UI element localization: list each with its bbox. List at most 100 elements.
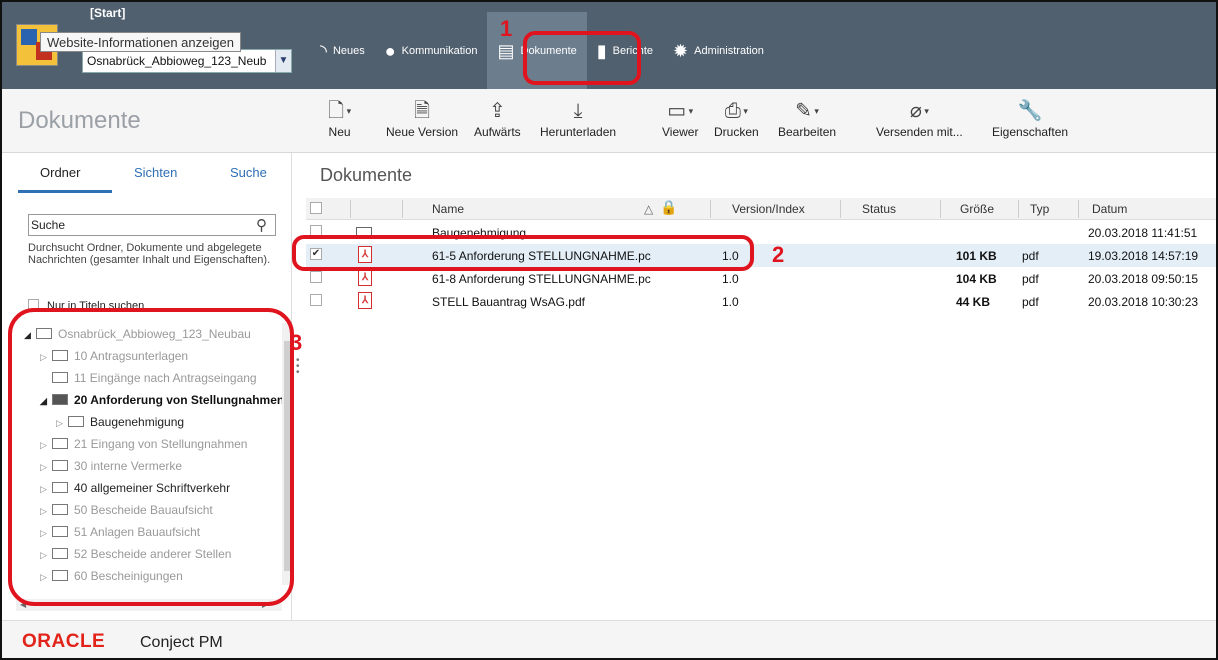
column-header-type[interactable]: Typ — [1030, 202, 1049, 216]
row-checkbox[interactable]: ✔ — [310, 248, 322, 260]
tree-item[interactable]: 11 Eingänge nach Antragseingang — [40, 367, 257, 389]
expand-icon[interactable]: ▷ — [40, 346, 52, 368]
table-row[interactable]: ✔ ⅄ 61-5 Anforderung STELLUNGNAHME.pc 1.0 10… — [306, 244, 1216, 267]
wrench-icon: 🔧 — [1017, 100, 1043, 122]
collapse-icon[interactable]: ◢ — [24, 324, 36, 346]
chevron-down-icon[interactable]: ▼ — [275, 50, 291, 72]
tool-new-version-button[interactable]: 🗎 Neue Version — [386, 97, 458, 139]
tree-item[interactable]: ▷ 60 Bescheinigungen — [40, 565, 183, 587]
tree-horizontal-scrollbar[interactable]: ◀ ▶ — [16, 599, 282, 611]
search-input[interactable]: Suche — [28, 214, 276, 236]
search-icon[interactable]: ⚲ — [256, 216, 267, 234]
tree-item-label: 21 Eingang von Stellungnahmen — [74, 437, 248, 451]
tree-item-label: 20 Anforderung von Stellungnahmen — [74, 393, 285, 407]
tree-item-label: 60 Bescheinigungen — [74, 569, 183, 583]
tool-printer-button[interactable]: ⎙ ▾ Drucken — [714, 97, 759, 139]
tool-label: Herunterladen — [540, 125, 617, 139]
tool-folder-up-button[interactable]: ⇪ Aufwärts — [474, 97, 521, 139]
expand-icon[interactable]: ▷ — [40, 500, 52, 522]
document-list-panel: Dokumente Name △ 🔒 Version/Index Status … — [306, 153, 1216, 620]
expand-icon[interactable]: ▷ — [40, 544, 52, 566]
cell-name[interactable]: 61-8 Anforderung STELLUNGNAHME.pc — [432, 272, 682, 286]
column-header-size[interactable]: Größe — [960, 202, 994, 216]
expand-icon[interactable]: ▷ — [40, 566, 52, 588]
tab-sichten[interactable]: Sichten — [134, 165, 177, 180]
project-select[interactable]: Osnabrück_Abbioweg_123_Neub ▼ — [82, 49, 292, 73]
column-header-version[interactable]: Version/Index — [732, 202, 805, 216]
tree-item-label: Baugenehmigung — [90, 415, 185, 429]
tree-item-label: 50 Bescheide Bauaufsicht — [74, 503, 213, 517]
tool-download-button[interactable]: ⤓ Herunterladen — [540, 97, 616, 139]
title-only-checkbox[interactable] — [28, 299, 39, 310]
cell-name[interactable]: 61-5 Anforderung STELLUNGNAHME.pc — [432, 249, 682, 263]
tree-item[interactable]: ◢ Osnabrück_Abbioweg_123_Neubau — [24, 323, 251, 345]
tree-item-label: 52 Bescheide anderer Stellen — [74, 547, 232, 561]
tree-item[interactable]: ▷ 51 Anlagen Bauaufsicht — [40, 521, 200, 543]
scroll-right-icon[interactable]: ▶ — [262, 600, 268, 609]
tree-item[interactable]: ▷ 50 Bescheide Bauaufsicht — [40, 499, 213, 521]
cell-version: 1.0 — [722, 249, 739, 263]
caret-down-icon[interactable]: ▾ — [344, 106, 352, 116]
table-row[interactable]: ⅄ 61-8 Anforderung STELLUNGNAHME.pc 1.0 104… — [306, 267, 1216, 290]
nav-dokumente[interactable]: ▤ Dokumente — [487, 12, 587, 89]
expand-icon[interactable]: ▷ — [56, 412, 68, 434]
title-only-option[interactable]: Nur in Titeln suchen — [28, 299, 144, 312]
column-header-date[interactable]: Datum — [1092, 202, 1127, 216]
tool-pencil-button[interactable]: ✎ ▾ Bearbeiten — [778, 97, 836, 139]
nav-neues[interactable]: ◝ Neues — [310, 12, 375, 89]
caret-down-icon[interactable]: ▾ — [922, 106, 929, 116]
tree-vertical-scrollbar[interactable] — [282, 323, 292, 585]
start-label[interactable]: [Start] — [90, 6, 125, 20]
left-tabs: Ordner Sichten Suche — [16, 153, 292, 193]
tool-paperclip-button[interactable]: ⌀ ▾ Versenden mit... — [876, 97, 963, 139]
row-checkbox[interactable] — [310, 225, 322, 237]
nav-kommunikation[interactable]: ● Kommunikation — [375, 12, 488, 89]
tree-item[interactable]: ▷ 40 allgemeiner Schriftverkehr — [40, 477, 230, 499]
tree-item[interactable]: ◢ 20 Anforderung von Stellungnahmen — [40, 389, 284, 411]
caret-down-icon[interactable]: ▾ — [741, 106, 748, 116]
select-all-checkbox[interactable] — [310, 202, 322, 214]
nav-berichte[interactable]: ▮ Berichte — [587, 12, 663, 89]
tree-item[interactable]: ▷ 21 Eingang von Stellungnahmen — [40, 433, 247, 455]
scrollbar-thumb[interactable] — [284, 341, 290, 571]
column-separator — [1078, 200, 1079, 218]
sort-ascending-icon[interactable]: △ — [644, 202, 653, 216]
cell-type: pdf — [1022, 295, 1039, 309]
tab-suche[interactable]: Suche — [230, 165, 267, 180]
nav-administration[interactable]: ✹ Administration — [663, 12, 774, 89]
table-row[interactable]: ⅄ STELL Bauantrag WsAG.pdf 1.0 44 KB pdf 20.0… — [306, 290, 1216, 313]
caret-down-icon[interactable]: ▾ — [812, 106, 819, 116]
tool-viewer-button[interactable]: ▭ ▾ Viewer — [662, 97, 698, 139]
tree-item-label: 11 Eingänge nach Antragseingang — [74, 371, 257, 385]
expand-icon[interactable]: ▷ — [40, 434, 52, 456]
tool-wrench-button[interactable]: 🔧 Eigenschaften — [992, 97, 1068, 139]
row-checkbox[interactable] — [310, 271, 322, 283]
tool-label: Neue Version — [386, 125, 459, 139]
cell-name[interactable]: STELL Bauantrag WsAG.pdf — [432, 295, 682, 309]
expand-icon[interactable]: ▷ — [40, 456, 52, 478]
cell-date: 20.03.2018 11:41:51 — [1088, 226, 1198, 240]
paperclip-icon: ⌀ ▾ — [909, 100, 929, 122]
collapse-icon[interactable]: ◢ — [40, 390, 52, 412]
section-title: Dokumente — [18, 107, 141, 134]
table-row[interactable]: Baugenehmigung 20.03.2018 11:41:51 — [306, 221, 1216, 244]
tree-item[interactable]: ▷ Baugenehmigung — [56, 411, 184, 433]
tool-new-document-button[interactable]: 🗋 ▾ Neu — [328, 97, 351, 139]
tree-item[interactable]: ▷ 10 Antragsunterlagen — [40, 345, 188, 367]
caret-down-icon[interactable]: ▾ — [686, 106, 694, 116]
column-header-name[interactable]: Name — [432, 202, 464, 216]
column-separator — [1018, 200, 1019, 218]
column-separator — [940, 200, 941, 218]
project-select-value: Osnabrück_Abbioweg_123_Neub — [87, 54, 267, 68]
tree-item[interactable]: ▷ 52 Bescheide anderer Stellen — [40, 543, 231, 565]
panel-splitter[interactable]: • • • — [296, 356, 300, 378]
expand-icon[interactable]: ▷ — [40, 522, 52, 544]
expand-icon[interactable]: ▷ — [40, 478, 52, 500]
scroll-left-icon[interactable]: ◀ — [20, 600, 26, 609]
column-header-status[interactable]: Status — [862, 202, 896, 216]
folder-up-icon: ⇪ — [488, 100, 506, 122]
tree-item[interactable]: ▷ 30 interne Vermerke — [40, 455, 182, 477]
tab-ordner[interactable]: Ordner — [40, 165, 80, 180]
row-checkbox[interactable] — [310, 294, 322, 306]
cell-name[interactable]: Baugenehmigung — [432, 226, 682, 240]
